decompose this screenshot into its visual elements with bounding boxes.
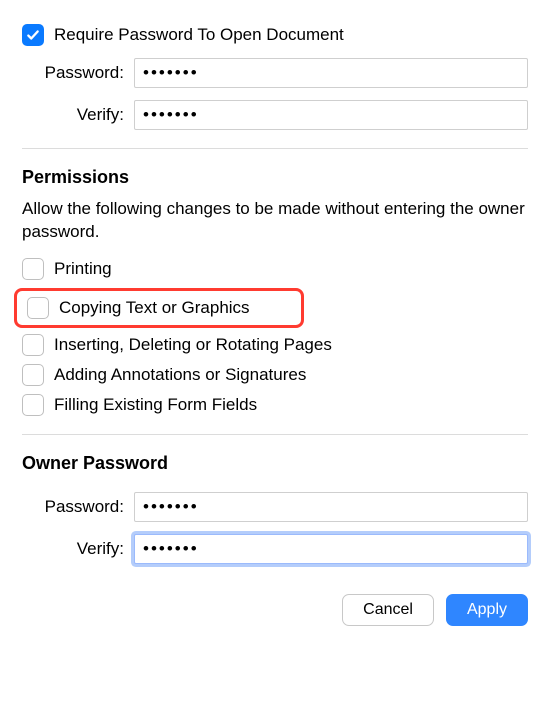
- require-password-label: Require Password To Open Document: [54, 25, 344, 45]
- divider: [22, 434, 528, 435]
- perm-annotations-checkbox[interactable]: [22, 364, 44, 386]
- perm-formfields-checkbox[interactable]: [22, 394, 44, 416]
- owner-verify-label: Verify:: [22, 539, 134, 559]
- perm-printing-checkbox[interactable]: [22, 258, 44, 280]
- divider: [22, 148, 528, 149]
- open-password-label: Password:: [22, 63, 134, 83]
- checkmark-icon: [26, 28, 40, 42]
- open-verify-field[interactable]: [134, 100, 528, 130]
- owner-password-title: Owner Password: [22, 453, 528, 474]
- permissions-title: Permissions: [22, 167, 528, 188]
- cancel-button[interactable]: Cancel: [342, 594, 434, 626]
- highlight-copying: Copying Text or Graphics: [14, 288, 304, 328]
- perm-inserting-label: Inserting, Deleting or Rotating Pages: [54, 335, 332, 355]
- require-password-checkbox[interactable]: [22, 24, 44, 46]
- owner-password-field[interactable]: [134, 492, 528, 522]
- apply-button[interactable]: Apply: [446, 594, 528, 626]
- perm-inserting-checkbox[interactable]: [22, 334, 44, 356]
- perm-formfields-label: Filling Existing Form Fields: [54, 395, 257, 415]
- owner-verify-field[interactable]: [134, 534, 528, 564]
- open-verify-label: Verify:: [22, 105, 134, 125]
- perm-annotations-label: Adding Annotations or Signatures: [54, 365, 306, 385]
- owner-password-label: Password:: [22, 497, 134, 517]
- open-password-field[interactable]: [134, 58, 528, 88]
- perm-printing-label: Printing: [54, 259, 112, 279]
- permissions-description: Allow the following changes to be made w…: [22, 198, 528, 244]
- perm-copying-label: Copying Text or Graphics: [59, 298, 250, 318]
- perm-copying-checkbox[interactable]: [27, 297, 49, 319]
